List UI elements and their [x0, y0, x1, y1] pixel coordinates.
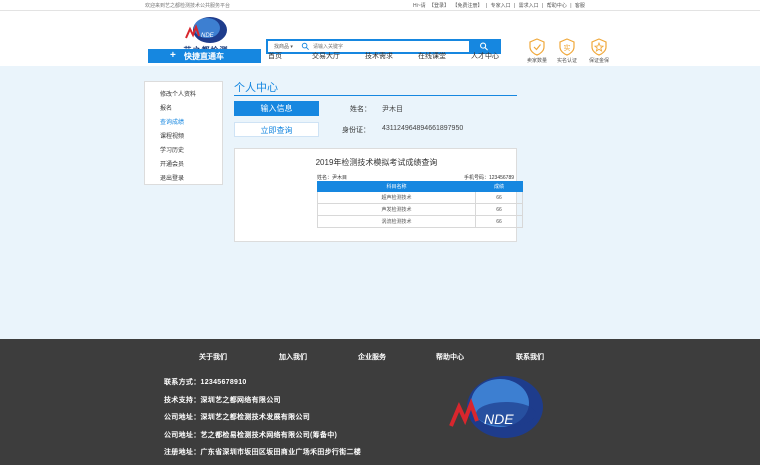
user-sidebar: 修改个人资料 报名 查询成绩 课程视频 学习历史 开通会员 退出登录: [144, 81, 223, 185]
table-row: 超声检测技术 66: [317, 191, 523, 204]
top-link-login[interactable]: 【登录】: [429, 3, 449, 9]
badge-seller-label: 卖家数量: [526, 58, 547, 64]
top-link-separator: |: [485, 3, 488, 9]
chat-icon: 实: [559, 38, 575, 56]
footer-logo-text: NDE: [484, 411, 514, 427]
id-label: 身份证：: [342, 127, 370, 134]
top-link-service[interactable]: 客服: [575, 3, 585, 9]
top-links: Hi~请 【登录】 【免费注册】 | 专家入口 | 需求入口 | 帮助中心 | …: [413, 2, 587, 9]
top-link-separator: |: [570, 3, 572, 9]
nav-talent-center[interactable]: 人才中心: [471, 51, 499, 61]
id-value[interactable]: 431124964894661897950: [382, 125, 463, 132]
site-header: NDE 艺之都检测 找商品 ▾ 卖家数量 实: [0, 11, 760, 66]
footer-logo-icon: NDE: [449, 376, 543, 438]
subject-cell: 超声检测技术: [317, 191, 476, 204]
column-header-score: 成绩: [475, 181, 523, 192]
score-cell: 66: [475, 203, 523, 216]
top-link-register[interactable]: 【免费注册】: [452, 3, 482, 9]
quick-access-label: 快捷直通车: [184, 52, 224, 61]
score-table: 科目名称 成绩 超声检测技术 66 声发检测技术 66 涡流检测技术 66: [317, 181, 523, 228]
title-divider: [234, 95, 517, 96]
tab-input-info[interactable]: 输入信息: [234, 101, 319, 116]
footer-registered-address: 注册地址：广东省深圳市坂田区坂田商业广场禾田步行街二楼: [164, 449, 362, 456]
sidebar-item-edit-profile[interactable]: 修改个人资料: [160, 89, 196, 98]
result-name-info: 姓名：尹木目: [317, 175, 348, 181]
nav-trading-hall[interactable]: 交易大厅: [312, 51, 340, 61]
tab-query-now[interactable]: 立即查询: [234, 122, 319, 137]
svg-text:实: 实: [564, 43, 571, 52]
welcome-text: 欢迎来到艺之都检测技术公共服务平台: [145, 3, 231, 9]
score-cell: 66: [475, 215, 523, 228]
plus-icon: +: [170, 50, 176, 61]
badge-deposit[interactable]: 保证金保: [582, 38, 616, 64]
shield-icon: [529, 38, 545, 56]
top-link-greeting: Hi~请: [413, 3, 426, 9]
name-label: 姓名：: [350, 106, 371, 113]
badge-realname-label: 实名认证: [556, 58, 577, 64]
search-icon: [301, 42, 309, 50]
top-link-expert[interactable]: 专家入口: [491, 3, 511, 9]
quick-access-button[interactable]: + 快捷直通车: [148, 49, 261, 63]
table-row: 声发检测技术 66: [317, 203, 523, 216]
top-link-help[interactable]: 帮助中心: [547, 3, 567, 9]
search-input[interactable]: [313, 42, 463, 51]
badge-realname[interactable]: 实 实名认证: [550, 38, 584, 64]
score-cell: 66: [475, 191, 523, 204]
footer-link-help[interactable]: 帮助中心: [436, 352, 464, 362]
nav-online-class[interactable]: 在线课堂: [418, 51, 446, 61]
footer-tech-support: 技术支持：深圳艺之都网络有限公司: [164, 397, 281, 404]
subject-cell: 涡流检测技术: [317, 215, 476, 228]
footer-link-about[interactable]: 关于我们: [199, 352, 227, 362]
subject-cell: 声发检测技术: [317, 203, 476, 216]
logo-mark-text: NDE: [201, 33, 215, 39]
sidebar-item-membership[interactable]: 开通会员: [160, 159, 184, 168]
logo-mark-icon: NDE: [185, 17, 227, 43]
footer-link-enterprise[interactable]: 企业服务: [358, 352, 386, 362]
footer-address-1: 公司地址：深圳艺之都检测技术发展有限公司: [164, 414, 310, 421]
footer-contact: 联系方式：12345678910: [164, 379, 247, 386]
table-header-row: 科目名称 成绩: [317, 181, 523, 192]
result-title: 2019年检测技术模拟考试成绩查询: [315, 158, 438, 167]
star-icon: [591, 38, 607, 56]
sidebar-item-logout[interactable]: 退出登录: [160, 173, 184, 182]
sidebar-item-history[interactable]: 学习历史: [160, 145, 184, 154]
top-link-demand[interactable]: 需求入口: [519, 3, 539, 9]
nav-home[interactable]: 首页: [268, 51, 282, 61]
footer-address-2: 公司地址：艺之都检易检测技术网络有限公司(筹备中): [164, 432, 338, 439]
search-button-icon: [480, 42, 488, 51]
top-link-separator: |: [513, 3, 516, 9]
top-bar: 欢迎来到艺之都检测技术公共服务平台 Hi~请 【登录】 【免费注册】 | 专家入…: [0, 0, 760, 11]
footer-link-contact[interactable]: 联系我们: [516, 352, 544, 362]
nav-tech-demand[interactable]: 技术需求: [365, 51, 393, 61]
name-value[interactable]: 尹木目: [382, 104, 403, 114]
site-footer: 关于我们 加入我们 企业服务 帮助中心 联系我们 联系方式：1234567891…: [0, 339, 760, 465]
sidebar-item-query-score[interactable]: 查询成绩: [160, 117, 184, 126]
sidebar-item-course-video[interactable]: 课程视频: [160, 131, 184, 140]
sidebar-item-signup[interactable]: 报名: [160, 103, 172, 112]
result-phone-info: 手机号码：123456789: [464, 175, 515, 181]
page-title: 个人中心: [234, 82, 278, 94]
column-header-subject: 科目名称: [317, 181, 476, 192]
footer-link-join[interactable]: 加入我们: [279, 352, 307, 362]
score-result-panel: 2019年检测技术模拟考试成绩查询 姓名：尹木目 手机号码：123456789 …: [234, 148, 523, 242]
search-scope-select[interactable]: 找商品 ▾: [274, 43, 293, 50]
badge-deposit-label: 保证金保: [588, 58, 609, 64]
top-link-separator: |: [542, 3, 544, 9]
table-row: 涡流检测技术 66: [317, 215, 523, 228]
badge-seller[interactable]: 卖家数量: [520, 38, 554, 64]
